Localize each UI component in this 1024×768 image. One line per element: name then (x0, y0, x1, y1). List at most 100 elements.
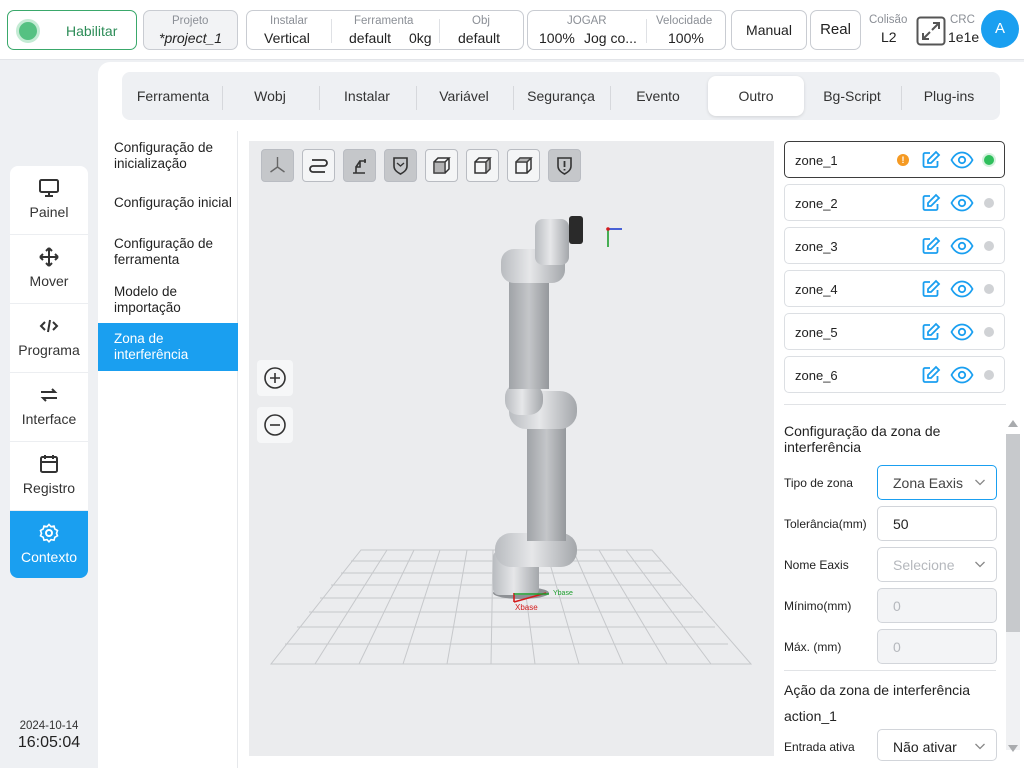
enable-button[interactable]: Habilitar (7, 10, 137, 50)
submenu: Configuração de inicialização Configuraç… (98, 131, 238, 768)
robot-arm (493, 216, 583, 599)
tool-value: default (349, 30, 392, 46)
zone-list-item[interactable]: zone_3 (784, 227, 1005, 264)
zone-status-indicator (984, 155, 994, 165)
zone-type-select[interactable]: Zona Eaxis (877, 465, 997, 500)
zone-list-item[interactable]: zone_2 (784, 184, 1005, 221)
date-label: 2024-10-14 (19, 720, 79, 732)
project-box[interactable]: Projeto *project_1 (143, 10, 238, 50)
jog-caption: JOGAR (567, 15, 607, 27)
tolerance-label: Tolerância(mm) (784, 517, 867, 531)
zone-list-item[interactable]: zone_1 ! (784, 141, 1005, 178)
swap-icon (40, 388, 58, 402)
gear-icon (39, 523, 59, 543)
manual-mode-button[interactable]: Manual (731, 10, 807, 50)
scrollbar-thumb[interactable] (1006, 434, 1020, 632)
collision-level: L2 (881, 29, 897, 45)
tab-bar: Ferramenta Wobj Instalar Variável Segura… (122, 72, 1000, 120)
edit-icon[interactable] (921, 150, 941, 170)
nav-label: Contexto (20, 549, 78, 565)
visibility-eye-icon[interactable] (950, 366, 974, 384)
tool-caption: Ferramenta (354, 15, 414, 27)
visibility-eye-icon[interactable] (950, 237, 974, 255)
active-input-label: Entrada ativa (784, 740, 855, 754)
y-base-label: Ybase (553, 590, 573, 597)
obj-caption: Obj (472, 15, 490, 27)
nav-item-interface[interactable]: Interface (10, 373, 88, 442)
edit-icon[interactable] (921, 193, 941, 213)
submenu-item-interference-zone[interactable]: Zona de interferência (98, 323, 238, 371)
nav-item-programa[interactable]: Programa (10, 304, 88, 373)
zone-status-indicator (984, 370, 994, 380)
project-name: *project_1 (159, 30, 223, 46)
time-label: 16:05:04 (17, 734, 81, 751)
maximum-input[interactable]: 0 (877, 629, 997, 664)
code-icon (39, 319, 59, 333)
visibility-eye-icon[interactable] (950, 323, 974, 341)
real-mode-button[interactable]: Real (810, 10, 861, 50)
active-input-value: Não ativar (893, 739, 957, 755)
zone-name: zone_6 (795, 368, 838, 383)
edit-icon[interactable] (921, 365, 941, 385)
nav-label: Painel (29, 204, 69, 220)
zone-name: zone_2 (795, 196, 838, 211)
submenu-item-import-model[interactable]: Modelo de importação (98, 284, 238, 316)
nav-label: Registro (22, 480, 76, 496)
eaxis-name-select[interactable]: Selecione (877, 547, 997, 582)
action-name: action_1 (784, 708, 837, 724)
expand-icon[interactable] (916, 16, 946, 51)
zone-name: zone_5 (795, 325, 838, 340)
tab-evento[interactable]: Evento (610, 76, 706, 116)
zone-status-indicator (984, 198, 994, 208)
nav-item-painel[interactable]: Painel (10, 166, 88, 235)
tab-plug-ins[interactable]: Plug-ins (901, 76, 997, 116)
3d-viewport[interactable]: Xbase Ybase (249, 141, 774, 756)
robot-scene: Xbase Ybase (269, 216, 753, 665)
minimum-input[interactable]: 0 (877, 588, 997, 623)
zone-list-item[interactable]: zone_6 (784, 356, 1005, 393)
tab-instalar[interactable]: Instalar (319, 76, 415, 116)
eaxis-name-label: Nome Eaxis (784, 558, 849, 572)
chevron-down-icon (975, 743, 985, 750)
tab-ferramenta[interactable]: Ferramenta (126, 76, 220, 116)
speed-value: 100% (668, 30, 704, 46)
enable-label: Habilitar (66, 23, 118, 39)
tab-variavel[interactable]: Variável (416, 76, 512, 116)
active-input-select[interactable]: Não ativar (877, 729, 997, 761)
tab-wobj[interactable]: Wobj (222, 76, 318, 116)
visibility-eye-icon[interactable] (950, 280, 974, 298)
nav-item-mover[interactable]: Mover (10, 235, 88, 304)
nav-label: Mover (29, 273, 69, 289)
edit-icon[interactable] (921, 322, 941, 342)
scroll-down-icon[interactable] (1006, 741, 1020, 755)
submenu-item-tool-config[interactable]: Configuração de ferramenta (98, 236, 238, 268)
tolerance-input[interactable]: 50 (877, 506, 997, 541)
nav-item-contexto[interactable]: Contexto (10, 511, 88, 578)
nav-item-registro[interactable]: Registro (10, 442, 88, 511)
submenu-item-initial-config[interactable]: Configuração inicial (98, 195, 238, 211)
collision-caption: Colisão (869, 14, 908, 26)
tab-seguranca[interactable]: Segurança (513, 76, 609, 116)
jog-speed-box[interactable]: JOGAR 100% Jog co... Velocidade 100% (527, 10, 726, 50)
action-section-title: Ação da zona de interferência (784, 682, 971, 698)
scroll-up-icon[interactable] (1006, 417, 1020, 431)
avatar[interactable]: A (981, 10, 1019, 48)
tool-weight: 0kg (409, 30, 432, 46)
tab-bg-script[interactable]: Bg-Script (804, 76, 900, 116)
edit-icon[interactable] (921, 279, 941, 299)
zone-list-item[interactable]: zone_4 (784, 270, 1005, 307)
zone-status-indicator (984, 241, 994, 251)
visibility-eye-icon[interactable] (950, 194, 974, 212)
move-icon (39, 247, 59, 267)
submenu-item-init-config[interactable]: Configuração de inicialização (98, 140, 238, 172)
jog-mode: Jog co... (584, 30, 637, 46)
config-scrollbar[interactable] (1003, 414, 1021, 758)
install-caption: Instalar (270, 15, 308, 27)
visibility-eye-icon[interactable] (950, 151, 974, 169)
calendar-icon (40, 455, 58, 473)
install-tool-obj-box[interactable]: Instalar Vertical Ferramenta default 0kg… (246, 10, 524, 50)
tab-outro[interactable]: Outro (708, 76, 804, 116)
divider (439, 19, 440, 43)
zone-list-item[interactable]: zone_5 (784, 313, 1005, 350)
edit-icon[interactable] (921, 236, 941, 256)
